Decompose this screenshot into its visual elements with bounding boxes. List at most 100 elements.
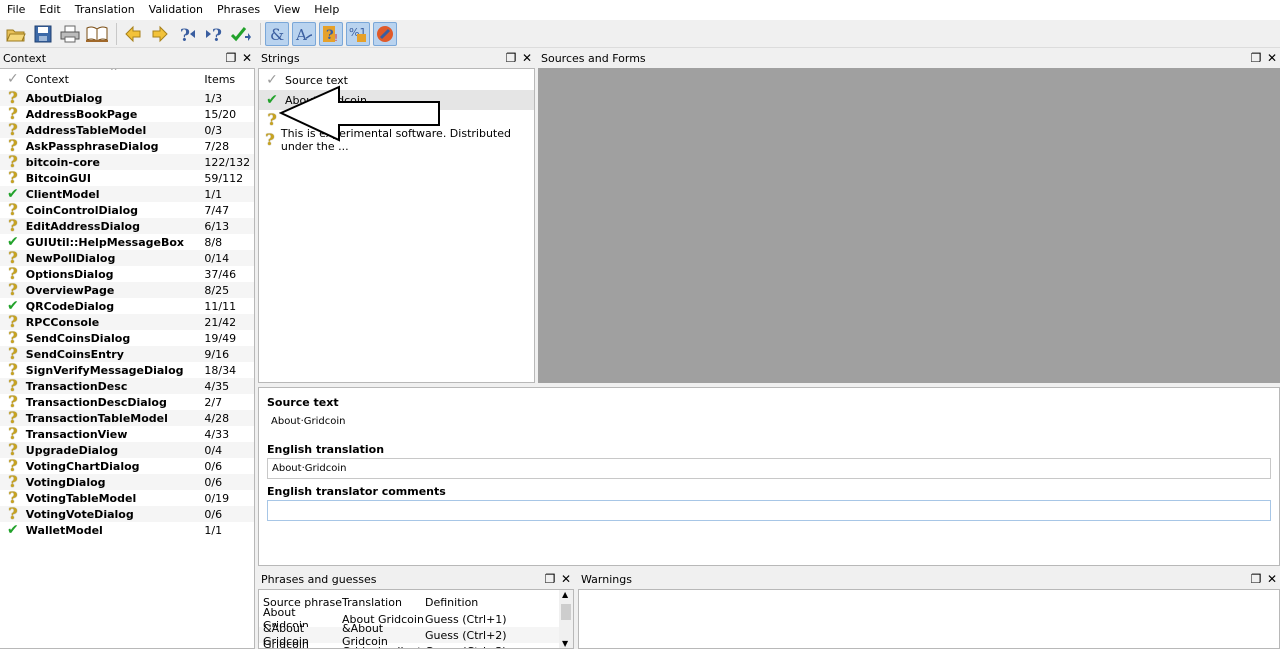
save-button[interactable]: [31, 22, 55, 46]
done-next-button[interactable]: [229, 22, 253, 46]
phrases-scrollbar[interactable]: ▲ ▼: [559, 590, 573, 648]
menu-validation[interactable]: Validation: [142, 0, 210, 20]
context-row[interactable]: ? VotingTableModel 0/19: [0, 490, 254, 506]
context-items-count: 4/28: [204, 411, 230, 425]
menu-translation[interactable]: Translation: [68, 0, 142, 20]
phrase-translation: Gridcoin client: [342, 645, 425, 649]
svg-text:?: ?: [180, 26, 190, 44]
context-items-count: 0/3: [204, 123, 223, 137]
context-row[interactable]: ? TransactionTableModel 4/28: [0, 410, 254, 426]
scroll-up-icon[interactable]: ▲: [562, 590, 568, 599]
context-items-count: 4/35: [204, 379, 230, 393]
translation-field[interactable]: About·Gridcoin: [267, 458, 1271, 479]
warnings-view: [578, 589, 1280, 649]
context-row[interactable]: ? NewPollDialog 0/14: [0, 250, 254, 266]
done-next-icon: [231, 26, 251, 41]
next-unfinished-icon: ?: [206, 26, 222, 44]
print-icon: [60, 25, 80, 42]
context-row[interactable]: ✔ WalletModel 1/1: [0, 522, 254, 538]
context-row[interactable]: ? OverviewPage 8/25: [0, 282, 254, 298]
float-icon[interactable]: ❐: [505, 50, 517, 67]
items-column-header[interactable]: Items: [204, 73, 254, 86]
definition-column-header[interactable]: Definition: [425, 596, 545, 609]
phrasebook-button[interactable]: [85, 22, 109, 46]
translation-label: English translation: [267, 443, 385, 456]
context-row[interactable]: ? TransactionView 4/33: [0, 426, 254, 442]
context-row[interactable]: ✔ GUIUtil::HelpMessageBox 8/8: [0, 234, 254, 250]
next-unfinished-button[interactable]: ?: [202, 22, 226, 46]
context-row[interactable]: ? RPCConsole 21/42: [0, 314, 254, 330]
context-items-count: 37/46: [204, 267, 237, 281]
sources-dock-title: Sources and Forms ❐ ✕: [538, 50, 1280, 67]
next-button[interactable]: [148, 22, 172, 46]
float-icon[interactable]: ❐: [225, 50, 237, 67]
context-table[interactable]: ✓ Context ^ Items ? AboutDialog 1/3? Addres…: [0, 68, 255, 649]
print-button[interactable]: [58, 22, 82, 46]
status-cell: ?: [0, 218, 26, 234]
context-row[interactable]: ? EditAddressDialog 6/13: [0, 218, 254, 234]
context-row[interactable]: ? AskPassphraseDialog 7/28: [0, 138, 254, 154]
prev-button[interactable]: [121, 22, 145, 46]
translation-column-header[interactable]: Translation: [342, 596, 425, 609]
float-icon[interactable]: ❐: [544, 571, 556, 588]
context-row[interactable]: ? VotingVoteDialog 0/6: [0, 506, 254, 522]
close-icon[interactable]: ✕: [560, 571, 572, 588]
context-row[interactable]: ? CoinControlDialog 7/47: [0, 202, 254, 218]
close-icon[interactable]: ✕: [1266, 50, 1278, 67]
length-button[interactable]: [373, 21, 397, 46]
context-row[interactable]: ✔ ClientModel 1/1: [0, 186, 254, 202]
translator-comments-field[interactable]: [267, 500, 1271, 521]
context-row[interactable]: ? BitcoinGUI 59/112: [0, 170, 254, 186]
phrase-row[interactable]: Gridcoin clientGridcoin clientGuess (Ctr…: [259, 638, 563, 649]
context-items-count: 0/6: [204, 475, 223, 489]
context-row[interactable]: ? VotingChartDialog 0/6: [0, 458, 254, 474]
context-name: WalletModel: [25, 523, 103, 537]
menu-help[interactable]: Help: [307, 0, 346, 20]
context-items-count: 19/49: [204, 331, 237, 345]
menu-file[interactable]: File: [0, 0, 32, 20]
unfinished-question-icon: ?: [265, 130, 275, 149]
open-button[interactable]: [4, 22, 28, 46]
scrollbar-thumb[interactable]: [561, 604, 571, 620]
float-icon[interactable]: ❐: [1250, 50, 1262, 67]
menu-phrases[interactable]: Phrases: [210, 0, 267, 20]
context-row[interactable]: ? TransactionDesc 4/35: [0, 378, 254, 394]
prev-unfinished-button[interactable]: ?: [175, 22, 199, 46]
context-items-count: 1/3: [204, 91, 223, 105]
phrases-table[interactable]: Source phrase Translation Definition Abo…: [258, 589, 574, 649]
accelerators-button[interactable]: &: [265, 21, 289, 46]
context-row[interactable]: ? bitcoin-core 122/132: [0, 154, 254, 170]
context-items-count: 21/42: [204, 315, 237, 329]
context-items-count: 1/1: [204, 523, 223, 537]
close-icon[interactable]: ✕: [241, 50, 253, 67]
phrasebook-icon: [86, 25, 108, 42]
strings-table[interactable]: ✓ Source text ✔About Gridcoin??This is e…: [258, 68, 535, 383]
scroll-down-icon[interactable]: ▼: [562, 639, 568, 648]
menu-view[interactable]: View: [267, 0, 307, 20]
phrase-matches-button[interactable]: ?!: [319, 21, 343, 46]
context-row[interactable]: ? SignVerifyMessageDialog 18/34: [0, 362, 254, 378]
prev-unfinished-icon: ?: [180, 26, 195, 44]
context-name: TransactionDescDialog: [25, 395, 167, 409]
save-icon: [34, 25, 52, 42]
context-row[interactable]: ? VotingDialog 0/6: [0, 474, 254, 490]
context-items-count: 8/25: [204, 283, 230, 297]
placemarker-button[interactable]: %1: [346, 21, 370, 46]
float-icon[interactable]: ❐: [1250, 571, 1262, 588]
menu-edit[interactable]: Edit: [32, 0, 67, 20]
close-icon[interactable]: ✕: [521, 50, 533, 67]
context-row[interactable]: ? OptionsDialog 37/46: [0, 266, 254, 282]
context-row[interactable]: ? SendCoinsDialog 19/49: [0, 330, 254, 346]
context-row[interactable]: ? SendCoinsEntry 9/16: [0, 346, 254, 362]
punctuation-button[interactable]: A: [292, 21, 316, 46]
context-row[interactable]: ? UpgradeDialog 0/4: [0, 442, 254, 458]
context-row[interactable]: ? AboutDialog 1/3: [0, 90, 254, 106]
context-row[interactable]: ? AddressTableModel 0/3: [0, 122, 254, 138]
context-items-count: 6/13: [204, 219, 230, 233]
context-row[interactable]: ? TransactionDescDialog 2/7: [0, 394, 254, 410]
context-items-count: 9/16: [204, 347, 230, 361]
close-icon[interactable]: ✕: [1266, 571, 1278, 588]
context-row[interactable]: ✔ QRCodeDialog 11/11: [0, 298, 254, 314]
context-items-count: 0/19: [204, 491, 230, 505]
context-row[interactable]: ? AddressBookPage 15/20: [0, 106, 254, 122]
